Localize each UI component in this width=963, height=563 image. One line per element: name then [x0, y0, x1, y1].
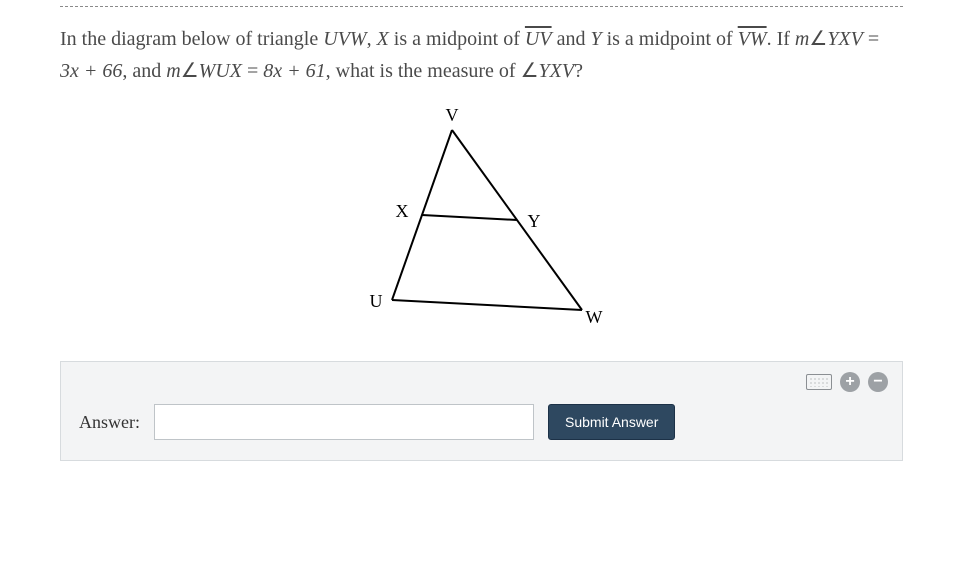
label-v: V	[445, 105, 458, 125]
measure-prefix2: m	[166, 60, 180, 82]
text: . If	[767, 28, 795, 50]
text: is a midpoint of	[389, 28, 525, 50]
label-u: U	[369, 291, 382, 311]
side-uw	[392, 300, 582, 310]
angle1: YXV	[827, 28, 863, 50]
keyboard-icon[interactable]	[806, 374, 832, 390]
eq2: =	[242, 60, 263, 82]
eq1: =	[863, 28, 879, 50]
angle-symbol3: ∠	[521, 60, 539, 82]
and-text: , and	[122, 60, 166, 82]
question-angle: YXV	[539, 60, 575, 82]
whatis-text: , what is the measure of	[326, 60, 521, 82]
zoom-out-button[interactable]: −	[868, 372, 888, 392]
triangle-name: UVW	[323, 28, 366, 50]
answer-toolbar: + −	[806, 372, 888, 392]
zoom-in-button[interactable]: +	[840, 372, 860, 392]
answer-panel: + − Answer: Submit Answer	[60, 361, 903, 461]
answer-label: Answer:	[79, 412, 140, 433]
measure-prefix1: m	[795, 28, 809, 50]
expr1: 3x + 66	[60, 60, 122, 82]
point-y: Y	[590, 28, 601, 50]
section-divider	[60, 6, 903, 7]
text: ,	[367, 28, 377, 50]
answer-input[interactable]	[154, 404, 534, 440]
submit-button[interactable]: Submit Answer	[548, 404, 675, 440]
label-x: X	[395, 201, 408, 221]
triangle-diagram: V X Y U W	[30, 105, 933, 335]
midsegment-xy	[422, 215, 517, 220]
label-w: W	[585, 307, 602, 327]
angle-symbol2: ∠	[181, 60, 199, 82]
problem-statement: In the diagram below of triangle UVW, X …	[30, 23, 933, 87]
angle-symbol: ∠	[809, 28, 827, 50]
segment-vw: VW	[738, 28, 767, 50]
qmark: ?	[574, 60, 583, 82]
angle2: WUX	[199, 60, 242, 82]
text: is a midpoint of	[602, 28, 738, 50]
point-x: X	[377, 28, 389, 50]
segment-uv: UV	[525, 28, 552, 50]
text: and	[552, 28, 591, 50]
text-prefix: In the diagram below of triangle	[60, 28, 323, 50]
expr2: 8x + 61	[263, 60, 325, 82]
answer-row: Answer: Submit Answer	[79, 404, 884, 440]
label-y: Y	[527, 211, 540, 231]
triangle-svg: V X Y U W	[332, 105, 632, 335]
